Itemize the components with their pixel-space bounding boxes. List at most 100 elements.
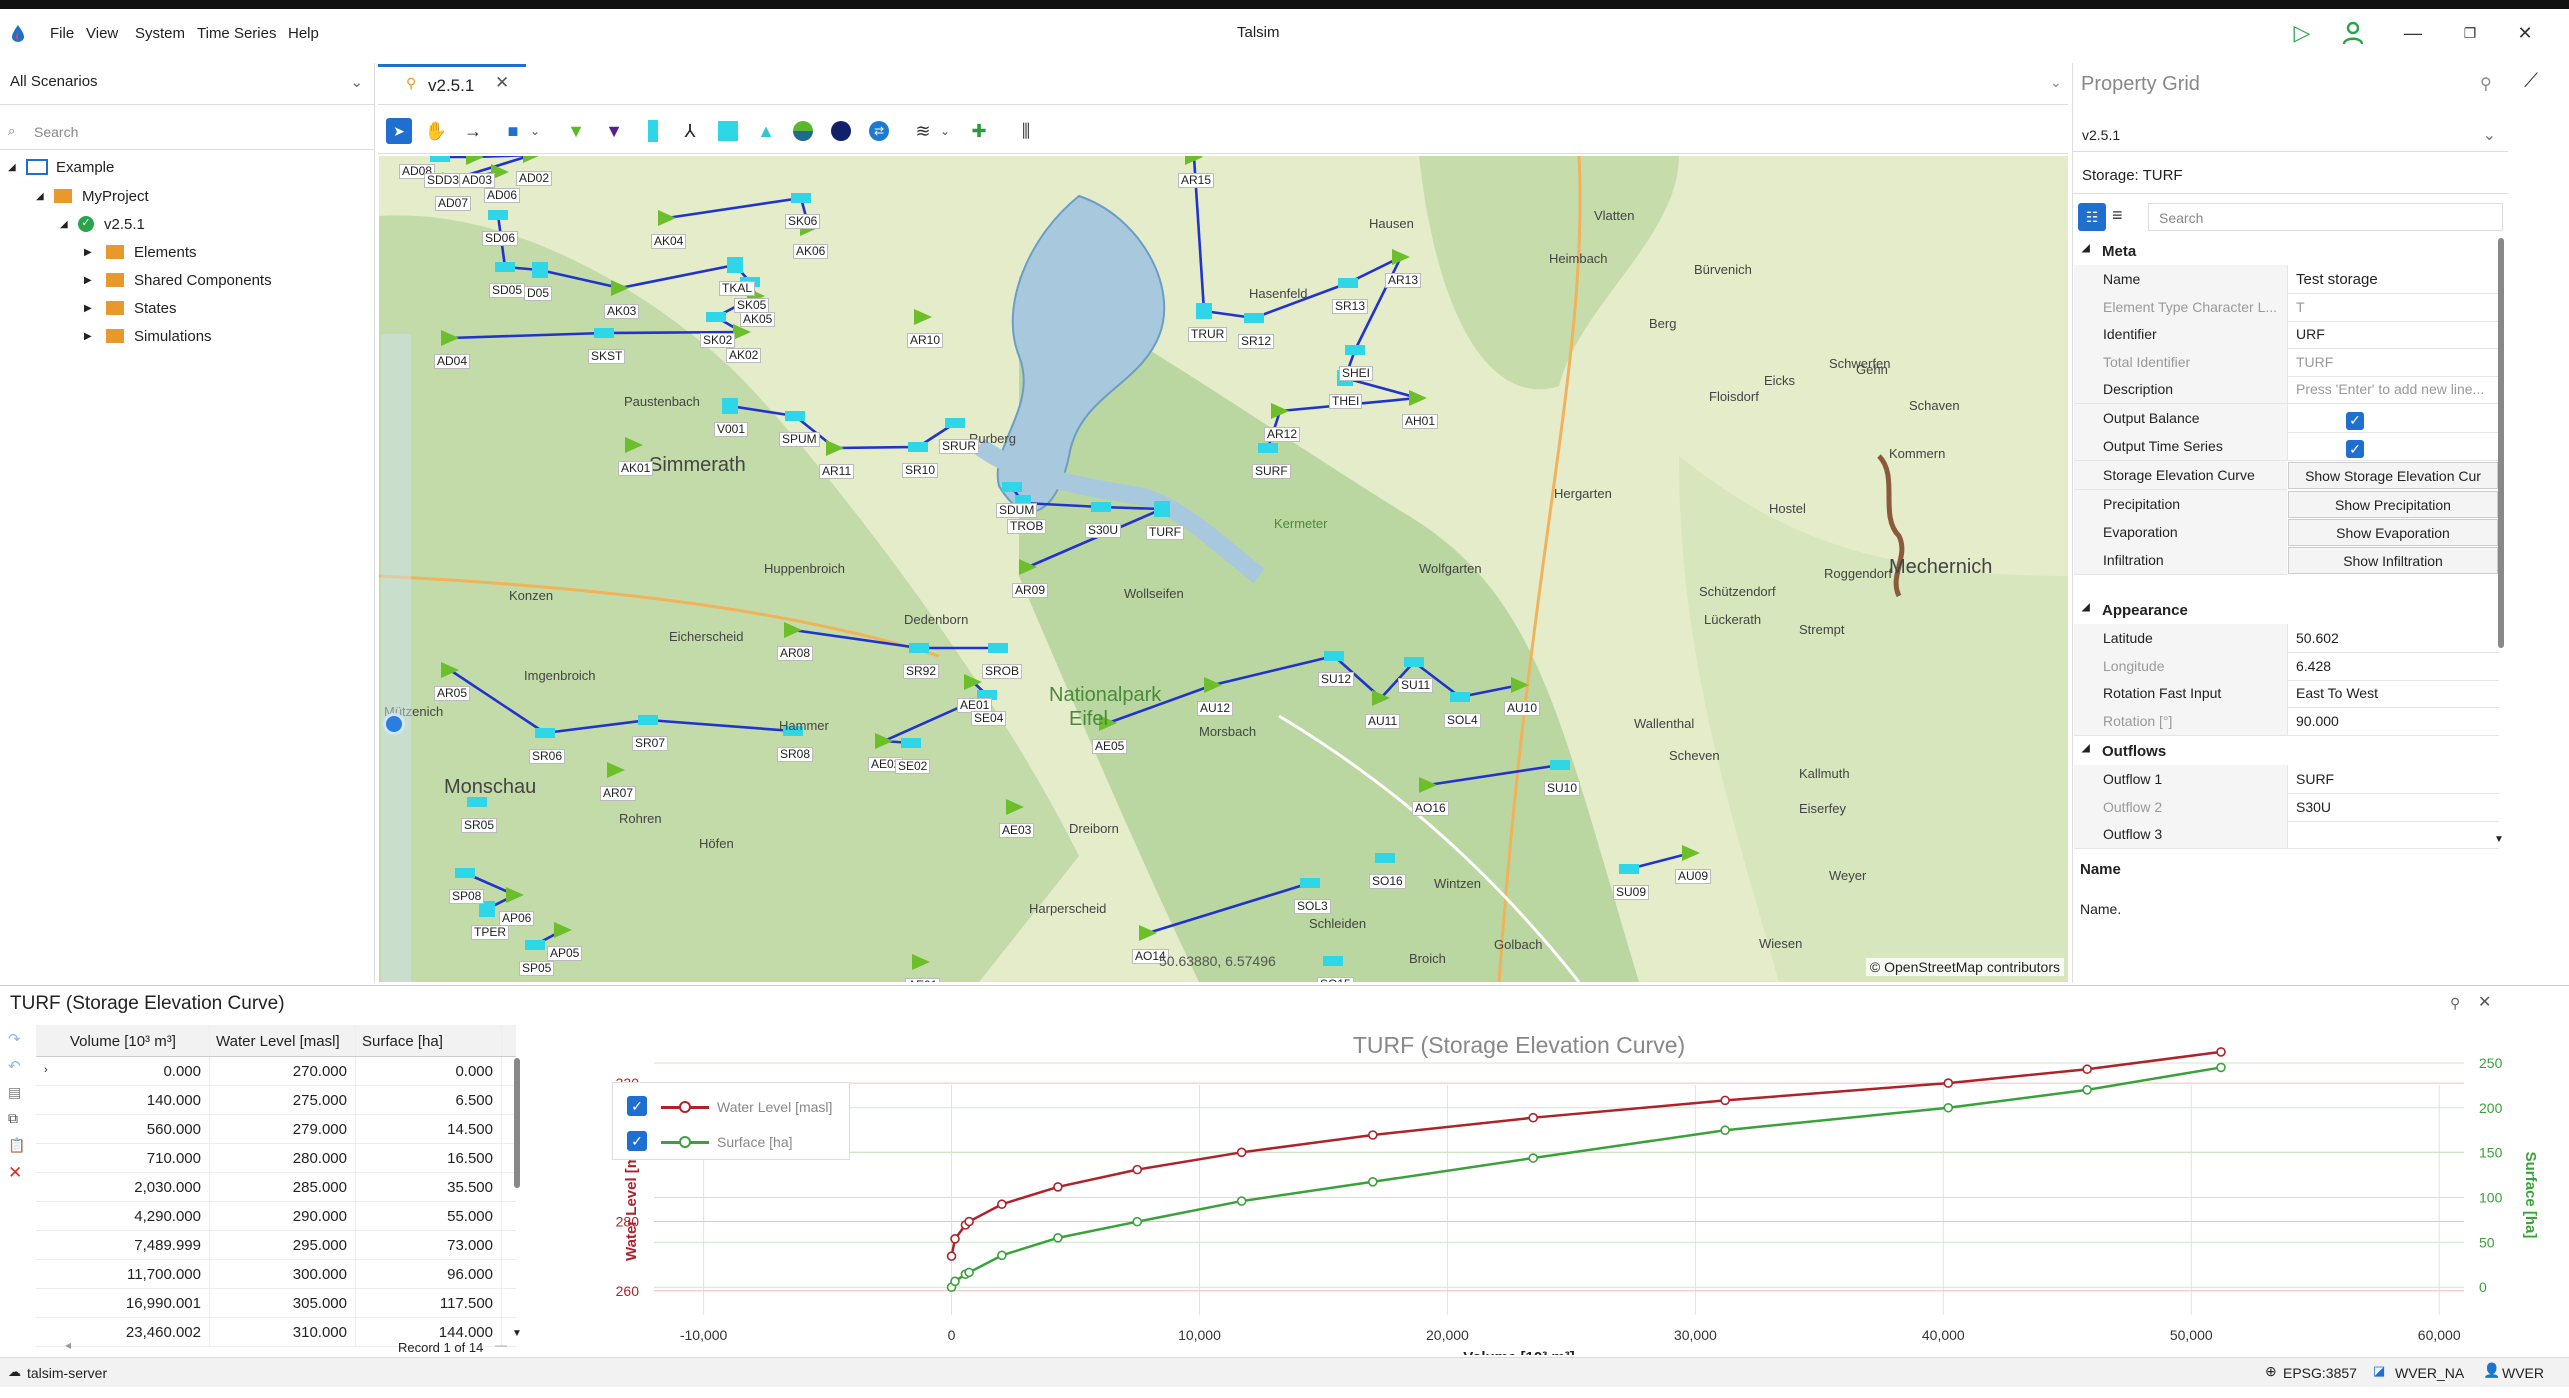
categorized-view-icon[interactable]: ☷ <box>2078 203 2106 231</box>
network-node-label[interactable]: AU09 <box>1675 869 1712 884</box>
network-node-label[interactable]: SURF <box>1252 464 1291 479</box>
network-node-label[interactable]: AU12 <box>1197 701 1234 716</box>
expand-icon[interactable]: ▶ <box>84 275 106 286</box>
table-cell[interactable]: 16.500 <box>356 1144 502 1172</box>
property-row[interactable]: Latitude 50.602 <box>2074 624 2499 653</box>
network-node-label[interactable]: SU09 <box>1613 885 1650 900</box>
network-node[interactable] <box>1338 278 1358 288</box>
table-row[interactable]: › 0.000 270.000 0.000 <box>36 1057 516 1086</box>
network-node-label[interactable]: SU11 <box>1398 678 1434 693</box>
table-cell[interactable]: 6.500 <box>356 1086 502 1114</box>
junction-tool-icon[interactable]: ⅄ <box>677 118 703 144</box>
pan-tool-icon[interactable]: ✋ <box>423 118 449 144</box>
network-node-label[interactable]: AE01 <box>905 978 941 982</box>
network-node[interactable] <box>1002 482 1022 492</box>
network-node-label[interactable]: SK02 <box>700 333 736 348</box>
map-canvas[interactable]: Simmerath Monschau Mechernich Schleiden Nati… <box>379 156 2068 982</box>
table-cell[interactable]: 2,030.000 <box>64 1173 210 1201</box>
network-node-label[interactable]: THEI <box>1329 394 1363 409</box>
tree-node-myproject[interactable]: ◢ MyProject <box>36 184 149 208</box>
table-cell[interactable]: 96.000 <box>356 1260 502 1288</box>
network-node-label[interactable]: AD02 <box>516 171 553 186</box>
table-row[interactable]: 2,030.000 285.000 35.500 <box>36 1173 516 1202</box>
network-node-label[interactable]: SDD3 <box>424 173 463 188</box>
network-node[interactable] <box>1324 651 1344 661</box>
network-node[interactable] <box>1375 853 1395 863</box>
table-cell[interactable]: 290.000 <box>210 1202 356 1230</box>
collapse-icon[interactable]: ◢ <box>8 162 26 173</box>
scroll-right-icon[interactable]: — <box>495 1338 507 1352</box>
table-cell[interactable]: 55.000 <box>356 1202 502 1230</box>
table-cell[interactable]: 295.000 <box>210 1231 356 1259</box>
network-node-label[interactable]: AP06 <box>499 911 535 926</box>
network-node-label[interactable]: SR12 <box>1238 334 1275 349</box>
property-value[interactable]: 90.000 <box>2287 706 2499 736</box>
network-node-label[interactable]: SR92 <box>903 664 940 679</box>
close-icon[interactable]: ✕ <box>2505 15 2545 51</box>
wver-status[interactable]: WVER <box>2502 1365 2544 1381</box>
network-node-label[interactable]: V001 <box>714 422 749 437</box>
table-cell[interactable]: 279.000 <box>210 1115 356 1143</box>
network-node-label[interactable]: AK04 <box>651 234 687 249</box>
network-node-label[interactable]: AD04 <box>434 354 471 369</box>
scroll-down-icon[interactable]: ▼ <box>2494 834 2504 845</box>
table-scrollbar[interactable] <box>514 1058 520 1188</box>
network-node[interactable] <box>1404 657 1424 667</box>
network-node-label[interactable]: SROB <box>982 664 1023 679</box>
transfer-tool-icon[interactable]: ▲ <box>753 118 779 144</box>
property-value[interactable]: 50.602 <box>2287 624 2499 653</box>
network-node-label[interactable]: TKAL <box>719 281 756 296</box>
network-node[interactable] <box>706 312 726 322</box>
network-node-label[interactable]: TROB <box>1007 519 1047 534</box>
network-node-label[interactable]: AU11 <box>1365 714 1401 729</box>
property-row[interactable]: Rotation [°] 90.000 <box>2074 706 2499 736</box>
property-scrollbar[interactable] <box>2498 238 2504 648</box>
minimize-icon[interactable]: — <box>2393 15 2433 51</box>
property-value[interactable]: ✓ <box>2287 403 2499 433</box>
property-value[interactable]: T <box>2287 292 2499 322</box>
network-node-label[interactable]: AU10 <box>1504 701 1541 716</box>
category-meta[interactable]: ◢ Meta <box>2074 238 2499 265</box>
network-node[interactable] <box>1196 303 1212 319</box>
network-node[interactable] <box>495 262 515 272</box>
network-node-label[interactable]: AO16 <box>1412 801 1449 816</box>
table-cell[interactable]: 16,990.001 <box>64 1289 210 1317</box>
property-row[interactable]: Identifier URF <box>2074 320 2499 349</box>
network-node-label[interactable]: SU12 <box>1318 672 1355 687</box>
connect-tool-icon[interactable]: → <box>460 118 486 144</box>
network-node-label[interactable]: SR13 <box>1332 299 1369 314</box>
property-row[interactable]: Element Type Character L... T <box>2074 292 2499 322</box>
category-appearance[interactable]: ◢ Appearance <box>2074 597 2499 624</box>
wver-na-status[interactable]: WVER_NA <box>2395 1365 2464 1381</box>
menu-help[interactable]: Help <box>288 25 319 42</box>
network-node-label[interactable]: SPUM <box>779 432 820 447</box>
property-checkbox[interactable]: ✓ <box>2346 440 2364 458</box>
network-node-label[interactable]: AE05 <box>1092 739 1128 754</box>
tree-node-example[interactable]: ◢ Example <box>8 155 114 179</box>
network-node-label[interactable]: AD06 <box>484 188 521 203</box>
network-node[interactable] <box>791 193 811 203</box>
table-row[interactable]: 4,290.000 290.000 55.000 <box>36 1202 516 1231</box>
table-cell[interactable]: 280.000 <box>210 1144 356 1172</box>
network-node[interactable] <box>430 156 450 162</box>
network-node-label[interactable]: SP08 <box>449 889 485 904</box>
table-row[interactable]: 16,990.001 305.000 117.500 <box>36 1289 516 1318</box>
network-node-label[interactable]: AH01 <box>1402 414 1439 429</box>
expand-icon[interactable]: ▶ <box>84 247 106 258</box>
table-cell[interactable]: 73.000 <box>356 1231 502 1259</box>
property-value[interactable]: Test storage <box>2287 265 2499 294</box>
network-node-label[interactable]: AE03 <box>999 823 1035 838</box>
tree-search-input[interactable]: Search <box>0 114 375 150</box>
table-cell[interactable]: 300.000 <box>210 1260 356 1288</box>
alphabetical-view-icon[interactable]: ≡ <box>2112 205 2123 226</box>
property-row[interactable]: Description Press 'Enter' to add new line… <box>2074 375 2499 404</box>
property-checkbox[interactable]: ✓ <box>2346 411 2364 430</box>
paste-icon[interactable]: 📋 <box>8 1137 25 1154</box>
tree-node-elements[interactable]: ▶ Elements <box>84 240 197 264</box>
network-node-label[interactable]: AK01 <box>618 461 654 476</box>
chevron-down-icon[interactable]: ⌄ <box>522 118 548 144</box>
tab-close-icon[interactable]: ✕ <box>495 73 509 93</box>
property-row[interactable]: Output Balance ✓ <box>2074 403 2499 433</box>
network-node-label[interactable]: TRUR <box>1188 327 1228 342</box>
table-cell[interactable]: 305.000 <box>210 1289 356 1317</box>
